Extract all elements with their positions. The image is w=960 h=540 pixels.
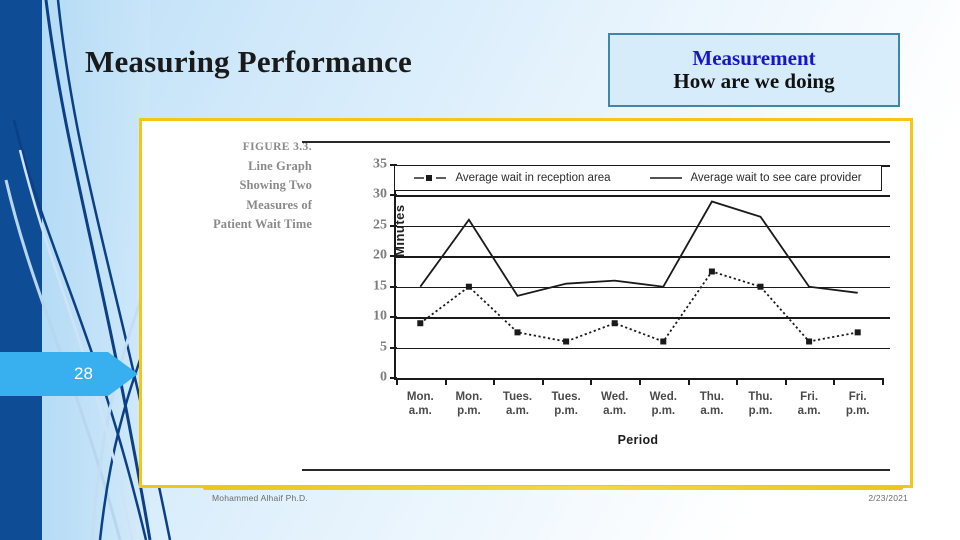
chart-x-tick-label: Fri. p.m. bbox=[845, 391, 870, 418]
chart-y-tick-label: 25 bbox=[373, 217, 387, 233]
chart-series-line bbox=[419, 270, 858, 343]
chart-x-tick-label: Fri. a.m. bbox=[797, 391, 821, 418]
chart-data-point bbox=[611, 320, 618, 327]
figure-caption-line-3: Measures of bbox=[246, 197, 312, 212]
measurement-callout: Measurement How are we doing bbox=[608, 33, 900, 107]
legend-item-reception: Average wait in reception area bbox=[414, 172, 611, 184]
chart-gridline bbox=[396, 195, 890, 197]
legend-dashed-square-icon bbox=[414, 173, 448, 183]
chart-y-tick-label: 30 bbox=[373, 187, 387, 203]
chart-x-axis-label: Period bbox=[617, 433, 659, 447]
slide: Measuring Performance Measurement How ar… bbox=[0, 0, 960, 540]
chart-series-line bbox=[419, 200, 858, 297]
chart-legend: Average wait in reception area Average w… bbox=[394, 165, 882, 191]
line-chart: Average wait in reception area Average w… bbox=[338, 157, 890, 461]
footer-divider bbox=[203, 486, 903, 490]
chart-x-tick-mark bbox=[687, 378, 690, 385]
chart-y-tick-mark bbox=[390, 346, 397, 349]
footer-date: 2/23/2021 bbox=[868, 493, 908, 503]
chart-gridline bbox=[396, 347, 890, 350]
chart-y-tick-mark bbox=[390, 255, 397, 258]
chart-x-tick-label: Mon. a.m. bbox=[406, 391, 434, 418]
chart-y-tick-mark bbox=[390, 224, 397, 227]
page-title: Measuring Performance bbox=[85, 44, 413, 79]
chart-x-tick-mark bbox=[639, 378, 641, 385]
chart-y-tick-mark bbox=[390, 316, 397, 319]
legend-solid-line-icon bbox=[649, 173, 683, 183]
chart-plot-area: Minutes 0 5 10 15 20 25 30 35 Mon. a.m. Mon. p.m. Tu… bbox=[373, 157, 890, 417]
callout-line-1: Measurement bbox=[692, 45, 816, 70]
chart-x-tick-label: Mon. p.m. bbox=[455, 391, 483, 418]
chart-gridline bbox=[396, 317, 890, 319]
figure-caption-line-1: Line Graph bbox=[248, 158, 312, 173]
chart-x-tick-mark bbox=[493, 378, 496, 385]
chart-gridline bbox=[396, 225, 890, 228]
legend-item-provider: Average wait to see care provider bbox=[649, 172, 862, 184]
chart-x-tick-label: Tues. a.m. bbox=[502, 391, 533, 418]
chart-x-tick-mark bbox=[541, 378, 544, 385]
chart-x-tick-mark bbox=[396, 378, 398, 385]
chart-x-tick-label: Wed. a.m. bbox=[601, 391, 629, 418]
chart-y-tick-label: 5 bbox=[380, 339, 387, 355]
chart-y-tick-label: 10 bbox=[373, 308, 387, 324]
chart-data-point bbox=[806, 338, 813, 345]
chart-x-tick-mark bbox=[784, 378, 787, 385]
chart-data-point bbox=[417, 320, 424, 327]
chart-data-point bbox=[514, 329, 521, 336]
callout-line-2: How are we doing bbox=[673, 68, 835, 93]
figure-rule-top bbox=[302, 141, 890, 143]
chart-series-svg bbox=[417, 200, 861, 345]
chart-x-tick-mark bbox=[833, 378, 836, 385]
chart-y-tick-label: 0 bbox=[380, 369, 387, 385]
legend-label-reception: Average wait in reception area bbox=[455, 172, 611, 184]
chart-x-tick-label: Wed. p.m. bbox=[649, 391, 677, 418]
figure-caption-line-0: FIGURE 3.3. bbox=[242, 141, 312, 153]
figure-caption-line-2: Showing Two bbox=[239, 178, 312, 193]
chart-y-tick-mark bbox=[390, 194, 397, 197]
chart-data-point bbox=[660, 338, 667, 345]
chart-plot-inner: 0 5 10 15 20 25 30 35 Mon. a.m. Mon. p.m. Tues. a.m. T… bbox=[373, 157, 890, 417]
chart-x-tick-mark bbox=[444, 378, 447, 385]
chart-x-tick-label: Thu. p.m. bbox=[748, 391, 773, 418]
figure-caption: FIGURE 3.3. Line Graph Showing Two Measu… bbox=[164, 139, 312, 234]
chart-x-tick-label: Tues. p.m. bbox=[551, 391, 581, 418]
page-number: 28 bbox=[74, 364, 93, 383]
chart-gridline bbox=[396, 286, 890, 289]
chart-x-tick-label: Thu. a.m. bbox=[699, 391, 725, 418]
chart-y-tick-label: 35 bbox=[373, 156, 387, 172]
figure-caption-line-4: Patient Wait Time bbox=[213, 216, 312, 231]
chart-data-point bbox=[563, 338, 570, 345]
figure-frame: FIGURE 3.3. Line Graph Showing Two Measu… bbox=[139, 118, 913, 488]
footer-author: Mohammed Alhaif Ph.D. bbox=[212, 493, 308, 503]
chart-x-tick-mark bbox=[590, 378, 593, 385]
chart-data-point bbox=[708, 268, 715, 275]
chart-data-point bbox=[854, 329, 861, 336]
chart-gridline bbox=[396, 256, 890, 258]
chart-x-tick-mark bbox=[736, 378, 739, 385]
figure-rule-bottom bbox=[302, 469, 890, 471]
legend-label-provider: Average wait to see care provider bbox=[690, 172, 862, 184]
chart-x-tick-mark bbox=[882, 378, 884, 385]
chart-y-tick-label: 15 bbox=[373, 278, 387, 294]
chart-y-tick-label: 20 bbox=[373, 247, 387, 263]
chart-y-tick-mark bbox=[390, 285, 397, 288]
